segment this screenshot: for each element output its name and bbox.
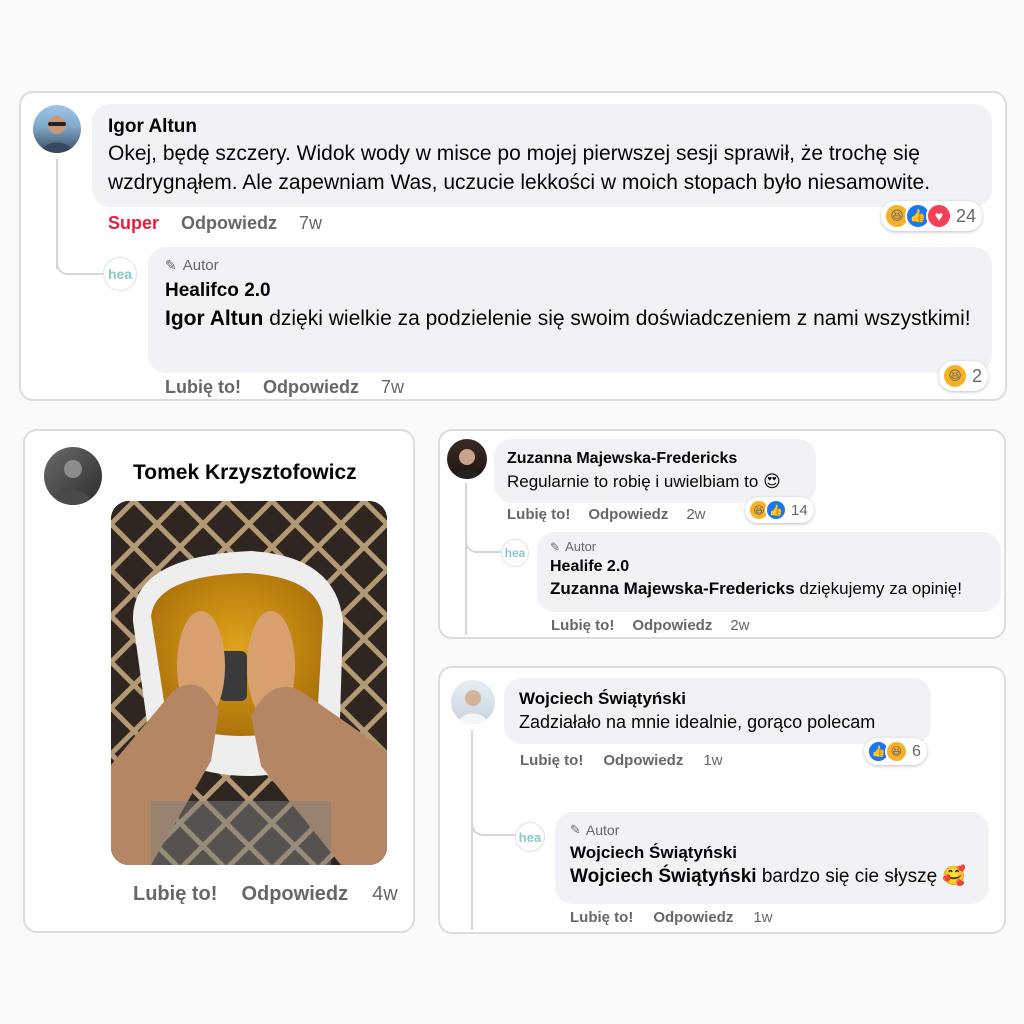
super-reaction-button[interactable]: Super — [108, 213, 159, 234]
reply-actions: Lubię to! Odpowiedz 2w — [551, 617, 750, 634]
reply-author-name[interactable]: Wojciech Świątyński — [570, 841, 974, 864]
mention[interactable]: Igor Altun — [165, 307, 263, 330]
foot-bath-photo-icon — [111, 501, 387, 865]
reply-button[interactable]: Odpowiedz — [241, 883, 348, 906]
comment-card-wojciech: Wojciech Świątyński Zadziałało na mnie i… — [438, 666, 1006, 934]
reply-button[interactable]: Odpowiedz — [632, 617, 712, 634]
reaction-summary[interactable]: 😆 👍 14 — [745, 497, 814, 523]
author-avatar[interactable]: hea — [103, 257, 137, 291]
reply-button[interactable]: Odpowiedz — [181, 213, 277, 234]
person-avatar-icon — [453, 449, 481, 479]
comment-text: Regularnie to robię i uwielbiam to 😍 — [507, 472, 781, 491]
like-button[interactable]: Lubię to! — [570, 909, 633, 926]
comment-actions: Lubię to! Odpowiedz 1w — [520, 752, 723, 769]
mention[interactable]: Zuzanna Majewska-Fredericks — [550, 579, 795, 598]
like-button[interactable]: Lubię to! — [165, 377, 241, 398]
comment-author-name[interactable]: Wojciech Świątyński — [519, 688, 916, 710]
reply-text: Wojciech Świątyński bardzo się cie słysz… — [570, 864, 974, 889]
comment-author-name[interactable]: Zuzanna Majewska-Fredericks — [507, 448, 803, 470]
reaction-count: 6 — [912, 742, 921, 760]
comment-author-name[interactable]: Tomek Krzysztofowicz — [133, 461, 357, 485]
timestamp[interactable]: 1w — [753, 909, 772, 926]
author-label: Autor — [585, 822, 620, 838]
author-label: Autor — [182, 257, 219, 274]
reply-text: Igor Altun dzięki wielkie za podzielenie… — [165, 304, 975, 333]
avatar[interactable] — [447, 439, 487, 479]
comment-card-zuzanna: Zuzanna Majewska-Fredericks Regularnie t… — [438, 429, 1006, 639]
reaction-count: 14 — [791, 501, 808, 519]
reply-button[interactable]: Odpowiedz — [603, 752, 683, 769]
comment-bubble: Wojciech Świątyński Zadziałało na mnie i… — [504, 678, 931, 744]
author-tag: ✎ Autor — [570, 822, 974, 838]
reply-author-name[interactable]: Healifco 2.0 — [165, 278, 975, 304]
laugh-reaction-icon: 😆 — [942, 363, 968, 389]
love-reaction-icon: ♥ — [926, 203, 952, 229]
reply-text-body: bardzo się cie słyszę 🥰 — [756, 866, 967, 887]
comment-card-igor: Igor Altun Okej, będę szczery. Widok wod… — [19, 91, 1007, 401]
author-avatar[interactable]: hea — [515, 822, 545, 852]
timestamp[interactable]: 4w — [372, 883, 398, 906]
timestamp[interactable]: 1w — [703, 752, 722, 769]
like-button[interactable]: Lubię to! — [551, 617, 614, 634]
timestamp[interactable]: 2w — [730, 617, 749, 634]
reply-text-body: dzięki wielkie za podzielenie się swoim … — [263, 307, 971, 330]
reply-bubble: ✎ Autor Wojciech Świątyński Wojciech Świ… — [555, 812, 989, 904]
reaction-summary[interactable]: 😆 👍 ♥ 24 — [881, 201, 983, 231]
comment-actions: Lubię to! Odpowiedz 2w — [507, 506, 706, 523]
author-label: Autor — [565, 539, 597, 554]
comment-author-name[interactable]: Igor Altun — [108, 115, 976, 139]
comment-actions: Super Odpowiedz 7w — [108, 213, 322, 234]
thread-connector — [56, 253, 104, 275]
thread-connector — [465, 483, 467, 635]
reaction-count: 2 — [972, 365, 983, 386]
comment-card-tomek: Tomek Krzysztofowicz Lubię to! Odpowiedz… — [23, 429, 415, 933]
thread-connector — [465, 533, 501, 553]
author-tag: ✎ Autor — [550, 539, 988, 554]
reply-text-body: dziękujemy za opinię! — [794, 579, 962, 598]
reaction-count: 24 — [956, 205, 977, 226]
comment-actions: Lubię to! Odpowiedz 4w — [133, 883, 398, 906]
reply-text: Zuzanna Majewska-Fredericks dziękujemy z… — [550, 577, 988, 600]
comment-text: Okej, będę szczery. Widok wody w misce p… — [108, 142, 931, 194]
timestamp[interactable]: 2w — [686, 506, 705, 523]
avatar[interactable] — [451, 680, 495, 724]
pencil-icon: ✎ — [570, 822, 581, 837]
reply-actions: Lubię to! Odpowiedz 1w — [570, 909, 773, 926]
person-avatar-icon — [41, 116, 73, 153]
author-avatar[interactable]: hea — [501, 539, 529, 567]
reaction-summary[interactable]: 👍 😆 6 — [864, 738, 927, 765]
author-tag: ✎ Autor — [165, 257, 975, 274]
like-button[interactable]: Lubię to! — [507, 506, 570, 523]
thread-connector — [471, 814, 515, 836]
reply-actions: Lubię to! Odpowiedz 7w — [165, 377, 404, 398]
person-avatar-icon — [458, 690, 488, 724]
attached-photo[interactable] — [111, 501, 387, 865]
reaction-summary[interactable]: 😆 2 — [939, 361, 989, 391]
reply-bubble: ✎ Autor Healife 2.0 Zuzanna Majewska-Fre… — [537, 532, 1001, 612]
person-avatar-icon — [54, 460, 92, 505]
reply-button[interactable]: Odpowiedz — [653, 909, 733, 926]
comment-text: Zadziałało na mnie idealnie, gorąco pole… — [519, 712, 876, 732]
laugh-reaction-icon: 😆 — [885, 740, 908, 763]
reply-bubble: ✎ Autor Healifco 2.0 Igor Altun dzięki w… — [148, 247, 992, 373]
like-button[interactable]: Lubię to! — [520, 752, 583, 769]
pencil-icon: ✎ — [165, 257, 177, 273]
like-button[interactable]: Lubię to! — [133, 883, 217, 906]
comment-bubble: Zuzanna Majewska-Fredericks Regularnie t… — [494, 439, 816, 503]
avatar[interactable] — [44, 447, 102, 505]
like-reaction-icon: 👍 — [765, 499, 787, 521]
mention[interactable]: Wojciech Świątyński — [570, 866, 757, 887]
timestamp[interactable]: 7w — [299, 213, 322, 234]
comment-bubble: Igor Altun Okej, będę szczery. Widok wod… — [92, 104, 992, 207]
avatar[interactable] — [33, 105, 81, 153]
reply-button[interactable]: Odpowiedz — [588, 506, 668, 523]
reply-author-name[interactable]: Healife 2.0 — [550, 556, 988, 577]
pencil-icon: ✎ — [550, 539, 561, 554]
reply-button[interactable]: Odpowiedz — [263, 377, 359, 398]
timestamp[interactable]: 7w — [381, 377, 404, 398]
